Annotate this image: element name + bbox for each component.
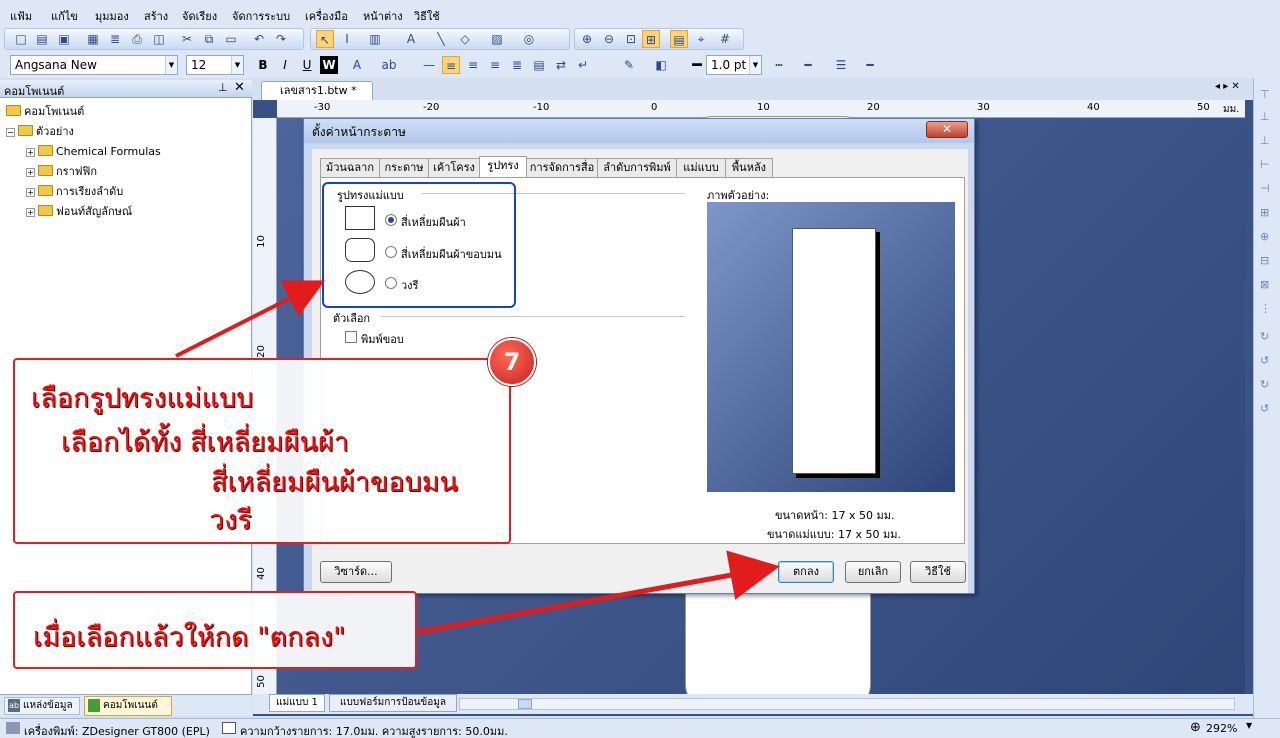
callout-line: วงรี	[209, 505, 252, 536]
step-badge: 7	[488, 338, 536, 386]
callout-ok-instructions: เมื่อเลือกแล้วให้กด "ตกลง"	[13, 591, 417, 669]
arrow-to-ok	[417, 550, 780, 635]
callout-line: สี่เหลี่ยมผืนผ้าขอบมน	[211, 467, 458, 498]
arrow-to-shapes	[175, 280, 326, 358]
callout-line: เลือกได้ทั้ง สี่เหลี่ยมผืนผ้า	[61, 427, 349, 458]
callout-line: เลือกรูปทรงแม่แบบ	[31, 383, 254, 414]
callout-shape-instructions: เลือกรูปทรงแม่แบบ เลือกได้ทั้ง สี่เหลี่ย…	[13, 358, 511, 544]
callout-line: เมื่อเลือกแล้วให้กด "ตกลง"	[33, 622, 346, 653]
